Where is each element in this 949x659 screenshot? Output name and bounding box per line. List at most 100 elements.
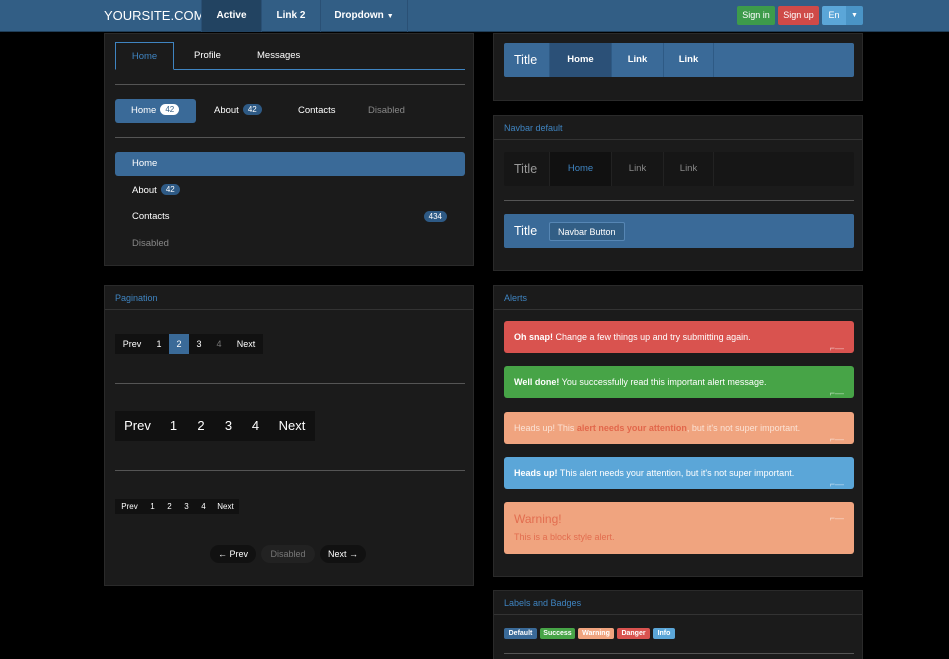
top-navbar: YOURSITE.COM Active Link 2 Dropdown ▼ Sig… [0,0,949,32]
stacked-about[interactable]: About 42 [115,179,465,203]
divider [504,653,854,654]
page-3[interactable]: 3 [178,499,195,514]
alerts-panel: Alerts Oh snap! Change a few things up a… [493,285,863,577]
label-success: Success [540,628,575,639]
sign-up-button[interactable]: Sign up [778,6,819,25]
alert-block-text: This is a block style alert. [514,532,615,542]
page-2[interactable]: 2 [187,411,215,441]
navbar-item-link[interactable]: Link [663,43,714,77]
navbar-item-home[interactable]: Home [549,43,611,77]
alert-text: This alert needs your attention, but it'… [557,468,795,478]
close-icon[interactable]: ⌐— [830,513,844,523]
divider [115,137,465,138]
label-info: Info [653,628,675,639]
alert-emphasis: alert needs your attention [576,423,687,433]
pager-prev-button[interactable]: ← Prev [210,545,256,563]
page-4[interactable]: 4 [242,411,269,441]
pager-next-button[interactable]: Next → [320,545,366,563]
language-caret-icon[interactable]: ▼ [846,6,863,25]
page-next[interactable]: Next [212,499,239,514]
pill-badge: 42 [160,104,180,115]
stacked-badge: 434 [423,211,447,222]
stacked-label: About [132,185,157,196]
alert-text: This [555,423,577,433]
page-prev[interactable]: Prev [115,411,160,441]
page-next[interactable]: Next [229,334,263,354]
alert-block: Warning! This is a block style alert. ⌐— [504,502,854,554]
page-3[interactable]: 3 [189,334,209,354]
alert-success: Well done! You successfully read this im… [504,366,854,398]
stacked-contacts[interactable]: Contacts 434 [115,205,465,229]
navbar-item-link[interactable]: Link [663,152,714,186]
page-1[interactable]: 1 [160,411,187,441]
page-prev[interactable]: Prev [115,334,149,354]
label-warning: Warning [578,628,614,639]
divider [115,383,465,384]
pill-home[interactable]: Home 42 [115,99,196,123]
stacked-home[interactable]: Home [115,152,465,176]
label-default: Default [504,628,537,639]
pager-disabled-button: Disabled [261,545,315,563]
page-1[interactable]: 1 [149,334,169,354]
panel-title: Alerts [494,286,862,310]
close-icon[interactable]: ⌐— [830,468,844,500]
page-2[interactable]: 2 [161,499,178,514]
navbar-item-link[interactable]: Link [611,152,663,186]
navbar-brand[interactable]: Title [514,214,537,248]
top-nav-active[interactable]: Active [201,0,261,32]
page-3[interactable]: 3 [215,411,242,441]
page-4[interactable]: 4 [195,499,212,514]
pill-contacts[interactable]: Contacts [298,99,336,123]
navbar-button[interactable]: Navbar Button [549,222,625,241]
pill-label: About [214,105,239,116]
navbar-brand[interactable]: Title [514,152,537,186]
alert-strong: Oh snap! [514,332,554,342]
tab-profile[interactable]: Profile [194,42,221,69]
label-danger: Danger [617,628,650,639]
navbar-inverse-panel: Title Home Link Link [493,33,863,101]
alert-danger: Oh snap! Change a few things up and try … [504,321,854,353]
tab-messages[interactable]: Messages [257,42,300,69]
stacked-badge: 42 [160,184,180,195]
navbar-item-link[interactable]: Link [611,43,663,77]
navbar-with-button: Title Navbar Button [504,214,854,248]
top-nav: Active Link 2 Dropdown ▼ [201,0,408,32]
close-icon[interactable]: ⌐— [830,423,844,455]
alert-text: Change a few things up and try submittin… [553,332,751,342]
page-1[interactable]: 1 [144,499,161,514]
top-nav-dropdown[interactable]: Dropdown ▼ [320,0,408,32]
pill-badge: 42 [242,104,262,115]
labels-row: Default Success Warning Danger Info [504,628,854,640]
pill-about[interactable]: About 42 [214,99,262,123]
site-brand[interactable]: YOURSITE.COM [104,0,204,32]
panel-title: Labels and Badges [494,591,862,615]
navbar-item-home[interactable]: Home [549,152,611,186]
divider [115,84,465,85]
page-next[interactable]: Next [269,411,315,441]
language-button[interactable]: En [822,6,846,25]
stacked-label: Contacts [132,211,170,222]
page-4: 4 [209,334,229,354]
close-icon[interactable]: ⌐— [830,377,844,409]
tabs: Home Profile Messages [115,42,465,70]
divider [115,470,465,471]
alert-strong: Heads up! [514,468,558,478]
close-icon[interactable]: ⌐— [830,332,844,364]
page-2[interactable]: 2 [169,334,189,354]
sign-in-button[interactable]: Sign in [737,6,775,25]
pagination-panel: Pagination Prev 1 2 3 4 Next Prev 1 2 3 … [104,285,474,586]
tab-home[interactable]: Home [115,42,174,70]
page-prev[interactable]: Prev [115,499,144,514]
top-nav-link2[interactable]: Link 2 [261,0,320,32]
labels-panel: Labels and Badges Default Success Warnin… [493,590,863,659]
navbar-brand[interactable]: Title [514,43,537,77]
alert-text: You successfully read this important ale… [559,377,767,387]
alert-strong: Well done! [514,377,560,387]
alert-strong: Heads up! [514,423,556,433]
pagination-large: Prev 1 2 3 4 Next [115,411,315,441]
alert-block-title: Warning! [514,512,562,526]
dropdown-label: Dropdown [334,10,384,21]
pill-label: Home [131,105,157,116]
panel-title: Pagination [105,286,473,310]
panel-title: Navbar default [494,116,862,140]
